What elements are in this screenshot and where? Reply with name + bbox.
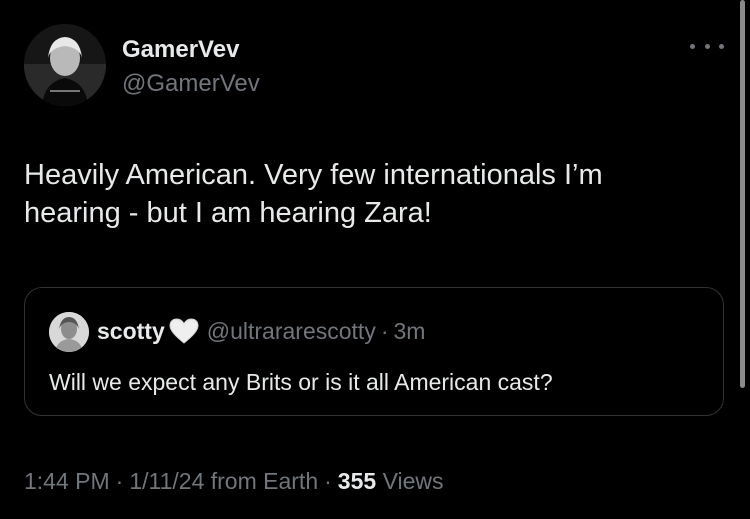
meta-separator: · [115,468,124,494]
meta-separator: · [324,468,332,494]
tweet-time[interactable]: 1:44 PM [24,468,110,494]
profile-photo-icon [49,312,89,352]
quoted-tweet[interactable]: scotty @ultrararescotty · 3m Will we exp… [24,287,724,416]
tweet-source: from Earth [210,468,319,494]
tweet: GamerVev @GamerVev Heavily American. Ver… [0,0,750,519]
quoted-author-avatar [49,312,89,352]
views-label[interactable]: Views [383,468,444,494]
more-options-icon[interactable] [690,36,724,56]
tweet-text: Heavily American. Very few international… [24,156,714,232]
tweet-text-line-2: hearing - but I am hearing Zara! [24,197,432,229]
author-display-name[interactable]: GamerVev [122,36,239,64]
author-avatar[interactable] [24,24,106,106]
scrollbar[interactable] [740,0,745,388]
tweet-meta: 1:44 PM · 1/11/24 from Earth · 355 Views [24,466,444,496]
quoted-separator: · [380,318,389,344]
author-handle[interactable]: @GamerVev [122,70,260,98]
quoted-text: Will we expect any Brits or is it all Am… [49,369,553,395]
profile-photo-icon [24,24,106,106]
quoted-handle: @ultrararescotty [206,318,376,344]
views-count[interactable]: 355 [338,468,376,494]
tweet-text-line-1: Heavily American. Very few international… [24,159,603,191]
quoted-header: scotty @ultrararescotty · 3m [97,316,425,346]
quoted-display-name: scotty [97,318,165,344]
white-heart-icon [169,318,199,344]
quoted-timestamp: 3m [393,318,426,344]
tweet-date[interactable]: 1/11/24 [129,468,204,494]
